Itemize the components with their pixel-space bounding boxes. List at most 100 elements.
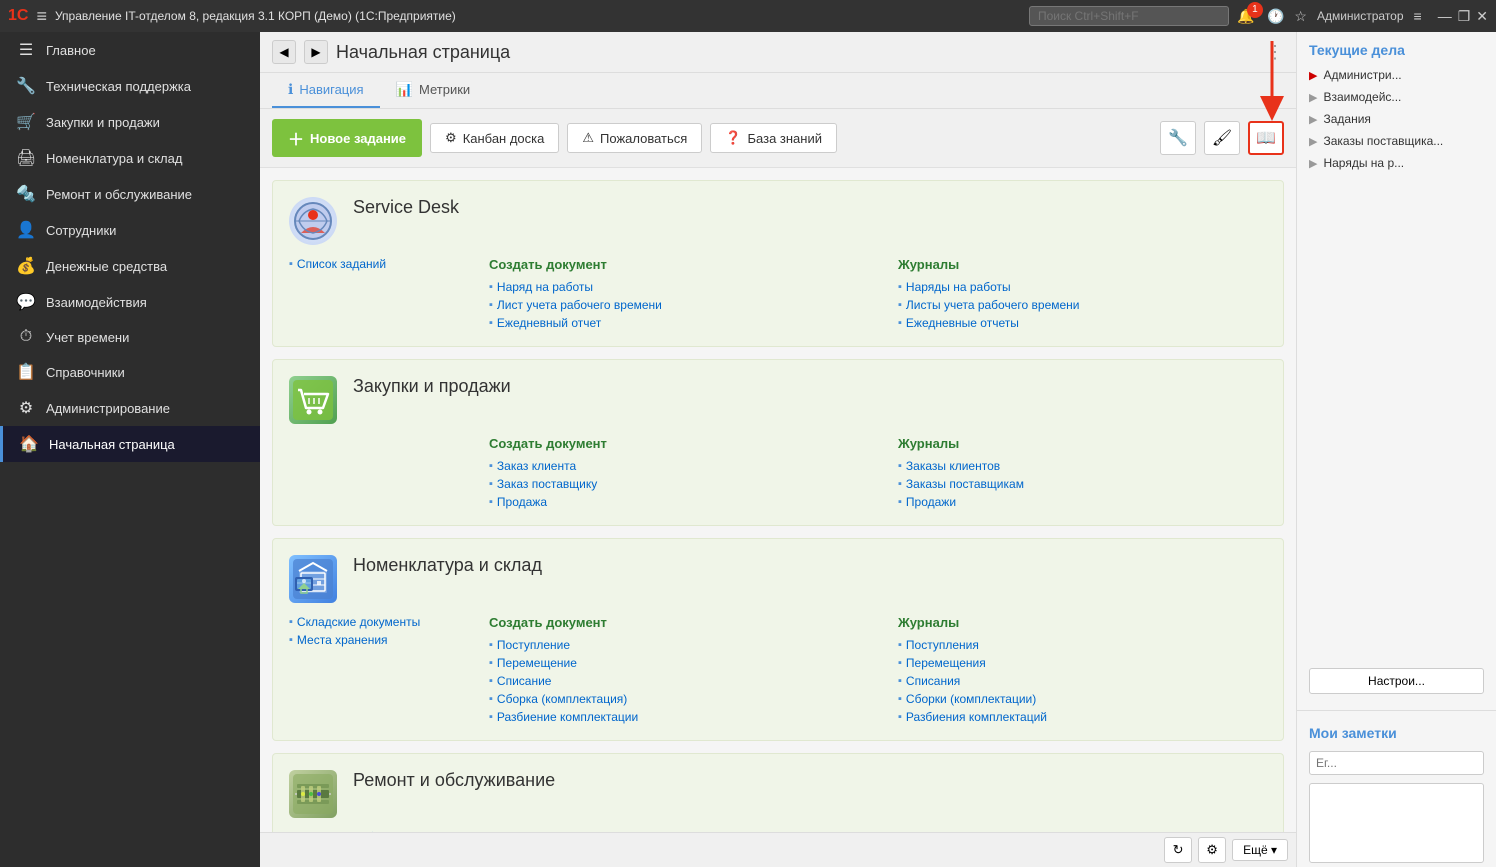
sidebar-item-label: Денежные средства: [46, 259, 167, 274]
link-client-order[interactable]: ▪ Заказ клиента: [489, 459, 858, 473]
forward-button[interactable]: ▶: [304, 40, 328, 64]
list-icon: ▪: [289, 616, 293, 628]
link-writeoff[interactable]: ▪ Списание: [489, 674, 858, 688]
link-transfers-journal[interactable]: ▪ Перемещения: [898, 656, 1267, 670]
notification-icon[interactable]: 🔔 1: [1237, 8, 1257, 25]
link-transfer[interactable]: ▪ Перемещение: [489, 656, 858, 670]
link-assembly[interactable]: ▪ Сборка (комплектация): [489, 692, 858, 706]
link-task-list[interactable]: ▪ Список заданий: [289, 257, 489, 271]
right-panel-item-admin[interactable]: ▶ Администри...: [1297, 64, 1496, 86]
kanban-button[interactable]: ⚙ Канбан доска: [430, 123, 559, 153]
close-button[interactable]: ✕: [1476, 8, 1488, 25]
arrow-annotation: 📖: [1248, 121, 1284, 155]
create-header[interactable]: Создать документ: [489, 615, 858, 630]
link-work-order[interactable]: ▪ Наряд на работы: [489, 280, 858, 294]
new-task-button[interactable]: ＋ Новое задание: [272, 119, 422, 157]
link-disassembly[interactable]: ▪ Разбиение комплектации: [489, 710, 858, 724]
link-client-orders-journal[interactable]: ▪ Заказы клиентов: [898, 459, 1267, 473]
book-button[interactable]: 📖: [1248, 121, 1284, 155]
section-body: Создать документ ▪ Заказ клиента ▪ Заказ…: [289, 436, 1267, 509]
link-disassemblies-journal[interactable]: ▪ Разбиения комплектаций: [898, 710, 1267, 724]
link-label: Поступление: [497, 638, 570, 652]
clock-icon[interactable]: 🕐: [1267, 8, 1284, 25]
sidebar-item-repair[interactable]: 🔩 Ремонт и обслуживание: [0, 176, 260, 212]
complain-button[interactable]: ⚠ Пожаловаться: [567, 123, 702, 153]
sidebar-item-label: Администрирование: [46, 401, 170, 416]
right-panel-item-tasks[interactable]: ▶ Задания: [1297, 108, 1496, 130]
sidebar-item-techsupport[interactable]: 🔧 Техническая поддержка: [0, 68, 260, 104]
link-receipt[interactable]: ▪ Поступление: [489, 638, 858, 652]
journals-col: Журналы ▪ Поступления ▪ Перемещения: [898, 615, 1267, 724]
section-header: Service Desk: [289, 197, 1267, 245]
search-input[interactable]: [1029, 6, 1229, 26]
create-header[interactable]: Создать документ: [489, 257, 858, 272]
sidebar-item-references[interactable]: 📋 Справочники: [0, 354, 260, 390]
sidebar-item-purchases[interactable]: 🛒 Закупки и продажи: [0, 104, 260, 140]
warehouse-title-area: Номенклатура и склад: [353, 555, 542, 582]
notes-textarea[interactable]: [1309, 783, 1484, 863]
tab-metrics[interactable]: 📊 Метрики: [380, 73, 487, 108]
sidebar-item-money[interactable]: 💰 Денежные средства: [0, 248, 260, 284]
link-writeoffs-journal[interactable]: ▪ Списания: [898, 674, 1267, 688]
link-daily-report[interactable]: ▪ Ежедневный отчет: [489, 316, 858, 330]
link-label: Наряды на работы: [906, 280, 1011, 294]
minimize-button[interactable]: —: [1438, 8, 1452, 25]
restore-button[interactable]: ❐: [1458, 8, 1471, 25]
sidebar-item-interactions[interactable]: 💬 Взаимодействия: [0, 284, 260, 320]
link-assemblies-journal[interactable]: ▪ Сборки (комплектации): [898, 692, 1267, 706]
sidebar-item-home[interactable]: 🏠 Начальная страница: [0, 426, 260, 462]
sidebar-item-timekeeping[interactable]: ⏱ Учет времени: [0, 320, 260, 354]
link-sales-journal[interactable]: ▪ Продажи: [898, 495, 1267, 509]
link-label: Поступления: [906, 638, 979, 652]
create-col: Создать документ ▪ Заказ клиента ▪ Заказ…: [489, 436, 858, 509]
right-panel-item-interactions[interactable]: ▶ Взаимодейс...: [1297, 86, 1496, 108]
wrench-button[interactable]: 🔧: [1160, 121, 1196, 155]
journals-header[interactable]: Журналы: [898, 257, 1267, 272]
back-button[interactable]: ◀: [272, 40, 296, 64]
link-timesheets-journal[interactable]: ▪ Листы учета рабочего времени: [898, 298, 1267, 312]
create-header[interactable]: Создать документ: [489, 436, 858, 451]
sidebar-item-admin[interactable]: ⚙ Администрирование: [0, 390, 260, 426]
journals-header[interactable]: Журналы: [898, 615, 1267, 630]
header-more-icon[interactable]: ⋮: [1266, 42, 1284, 63]
tab-navigation[interactable]: ℹ Навигация: [272, 73, 380, 108]
house-icon: 🏠: [19, 434, 39, 454]
link-label: Перемещения: [906, 656, 986, 670]
link-sale[interactable]: ▪ Продажа: [489, 495, 858, 509]
brush-button[interactable]: 🖌: [1204, 121, 1240, 155]
link-work-orders-journal[interactable]: ▪ Наряды на работы: [898, 280, 1267, 294]
star-icon[interactable]: ☆: [1294, 8, 1307, 25]
link-daily-reports-journal[interactable]: ▪ Ежедневные отчеты: [898, 316, 1267, 330]
link-supplier-orders-journal[interactable]: ▪ Заказы поставщикам: [898, 477, 1267, 491]
right-panel-item-supplier-orders[interactable]: ▶ Заказы поставщика...: [1297, 130, 1496, 152]
sidebar-item-label: Сотрудники: [46, 223, 116, 238]
page-title: Начальная страница: [336, 42, 1258, 63]
right-panel-item-work-orders[interactable]: ▶ Наряды на р...: [1297, 152, 1496, 174]
doc-icon: ▪: [898, 317, 902, 329]
settings-button[interactable]: ⚙: [1198, 837, 1226, 863]
hamburger-menu-icon[interactable]: ≡: [36, 6, 47, 27]
notes-input[interactable]: [1309, 751, 1484, 775]
link-warehouse-docs[interactable]: ▪ Складские документы: [289, 615, 489, 629]
link-receipts-journal[interactable]: ▪ Поступления: [898, 638, 1267, 652]
topbar-more-icon[interactable]: ≡: [1414, 8, 1422, 24]
more-button[interactable]: Ещё ▾: [1232, 839, 1288, 861]
doc-icon: ▪: [489, 299, 493, 311]
doc-icon: ▪: [898, 711, 902, 723]
sidebar-item-employees[interactable]: 👤 Сотрудники: [0, 212, 260, 248]
sidebar-item-warehouse[interactable]: 🖨 Номенклатура и склад: [0, 140, 260, 176]
main-scroll[interactable]: Service Desk ▪ Список заданий: [260, 168, 1296, 832]
list-icon: 📋: [16, 362, 36, 382]
servicedesk-title: Service Desk: [353, 197, 459, 218]
settings-panel-button[interactable]: Настрои...: [1309, 668, 1484, 694]
kanban-label: Канбан доска: [463, 131, 545, 146]
knowledge-button[interactable]: ❓ База знаний: [710, 123, 837, 153]
journals-header[interactable]: Журналы: [898, 436, 1267, 451]
link-timesheet[interactable]: ▪ Лист учета рабочего времени: [489, 298, 858, 312]
sidebar-item-glavnoe[interactable]: ☰ Главное: [0, 32, 260, 68]
refresh-button[interactable]: ↻: [1164, 837, 1192, 863]
link-label: Лист учета рабочего времени: [497, 298, 662, 312]
journals-col: Журналы ▪ Наряды на работы ▪ Листы учета…: [898, 257, 1267, 330]
link-storage-locations[interactable]: ▪ Места хранения: [289, 633, 489, 647]
link-supplier-order[interactable]: ▪ Заказ поставщику: [489, 477, 858, 491]
